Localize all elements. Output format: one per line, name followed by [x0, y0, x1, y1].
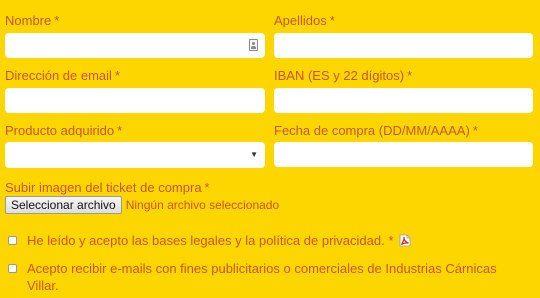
required-mark: *	[329, 13, 335, 28]
contact-form: { "form": { "required_mark": "*", "nombr…	[0, 0, 540, 298]
required-mark: *	[388, 233, 394, 248]
select-file-button[interactable]: Seleccionar archivo	[5, 196, 122, 214]
iban-label-text: IBAN (ES y 22 dígitos)	[274, 68, 405, 83]
fecha-label-text: Fecha de compra (DD/MM/AAAA)	[274, 123, 470, 138]
iban-input[interactable]	[274, 88, 533, 113]
required-mark: *	[407, 68, 413, 83]
fecha-label: Fecha de compra (DD/MM/AAAA) *	[274, 123, 478, 139]
email-input[interactable]	[5, 88, 265, 113]
ticket-file-input[interactable]: Seleccionar archivo Ningún archivo selec…	[5, 196, 279, 214]
file-status-text: Ningún archivo seleccionado	[125, 198, 280, 212]
nombre-label-text: Nombre	[5, 13, 52, 28]
email-label-text: Dirección de email	[5, 68, 112, 83]
legal-consent-label: He leído y acepto las bases legales y la…	[8, 232, 520, 251]
required-mark: *	[472, 123, 478, 138]
required-mark: *	[204, 180, 210, 195]
producto-label-text: Producto adquirido	[5, 123, 115, 138]
required-mark: *	[114, 68, 120, 83]
ticket-label-text: Subir imagen del ticket de compra	[5, 180, 202, 195]
iban-label: IBAN (ES y 22 dígitos) *	[274, 68, 412, 84]
producto-select[interactable]: ▼	[5, 142, 265, 168]
producto-label: Producto adquirido *	[5, 123, 122, 139]
marketing-consent-label: Acepto recibir e-mails con fines publici…	[27, 261, 497, 293]
legal-consent-text: He leído y acepto las bases legales y la…	[27, 233, 385, 248]
contact-card-icon[interactable]	[249, 39, 258, 51]
legal-consent-row[interactable]: He leído y acepto las bases legales y la…	[8, 232, 520, 251]
nombre-label: Nombre *	[5, 13, 59, 29]
ticket-label: Subir imagen del ticket de compra *	[5, 180, 210, 196]
fecha-input[interactable]	[274, 142, 533, 167]
apellidos-input[interactable]	[274, 33, 533, 58]
marketing-checkbox[interactable]	[8, 264, 17, 273]
email-label: Dirección de email *	[5, 68, 120, 84]
pdf-icon[interactable]	[399, 234, 411, 251]
nombre-input[interactable]	[5, 33, 265, 58]
legal-checkbox[interactable]	[8, 236, 17, 245]
apellidos-label: Apellidos *	[274, 13, 335, 29]
required-mark: *	[54, 13, 60, 28]
required-mark: *	[117, 123, 123, 138]
apellidos-label-text: Apellidos	[274, 13, 327, 28]
marketing-consent-row[interactable]: Acepto recibir e-mails con fines publici…	[8, 260, 520, 294]
chevron-down-icon[interactable]: ▼	[250, 150, 258, 160]
